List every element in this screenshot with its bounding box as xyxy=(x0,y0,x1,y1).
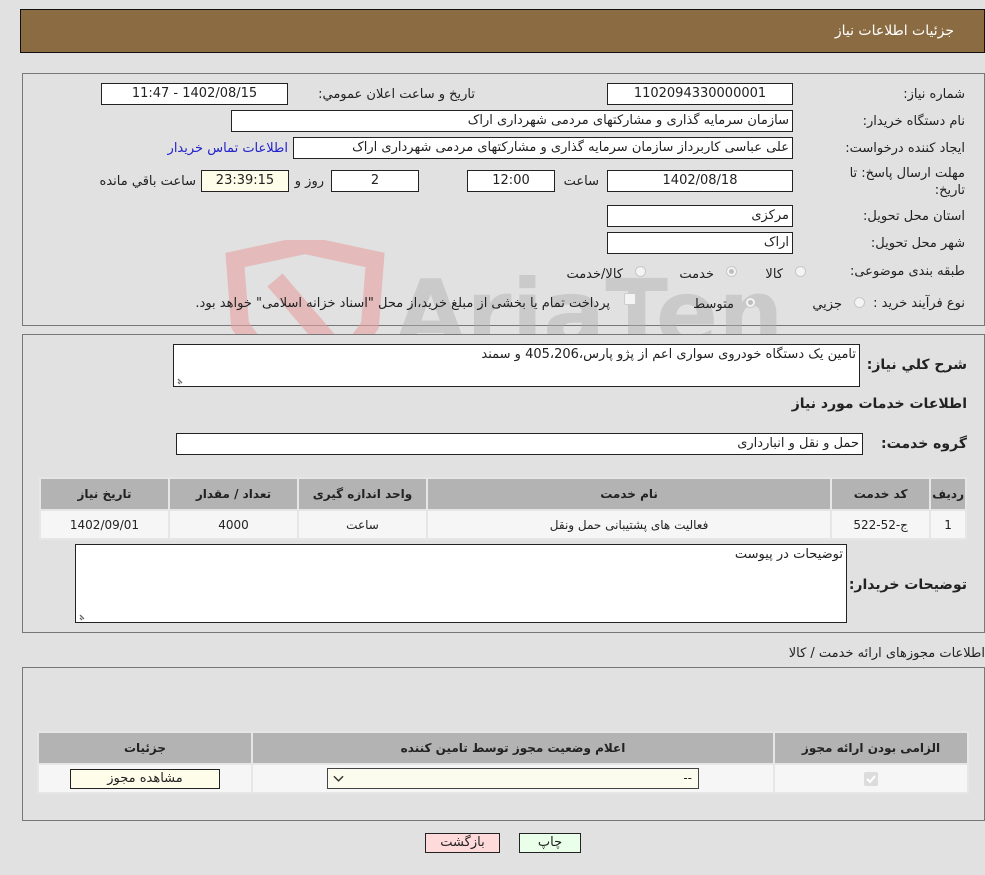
process-medium-label: متوسط xyxy=(693,297,734,312)
province-label: استان محل تحویل: xyxy=(863,209,965,224)
cell-permit-status: -- xyxy=(251,763,775,794)
buyer-notes-text: توضیحات در پیوست xyxy=(734,547,843,562)
deadline-time-field: 12:00 xyxy=(467,170,555,192)
description-text: تامین یک دستگاه خودروی سواری اعم از پژو … xyxy=(481,347,856,362)
view-permit-button[interactable]: مشاهده مجوز xyxy=(70,768,220,789)
announce-date-field: 1402/08/15 - 11:47 xyxy=(101,83,288,105)
resize-handle-icon[interactable] xyxy=(176,375,186,385)
treasury-checkbox[interactable] xyxy=(624,293,636,305)
requester-label: ایجاد کننده درخواست: xyxy=(845,141,965,156)
category-goods-service-label: کالا/خدمت xyxy=(566,267,623,282)
category-radio-goods[interactable] xyxy=(795,266,806,277)
page-title: جزئیات اطلاعات نیاز xyxy=(834,23,954,39)
requester-field: علی عباسی کاربرداز سازمان سرمایه گذاری و… xyxy=(293,137,793,159)
buyer-org-label: نام دستگاه خریدار: xyxy=(862,114,965,129)
province-field: مرکزی xyxy=(607,205,793,227)
buyer-notes-label: توضيحات خريدار: xyxy=(848,577,967,593)
cell-service-code: ج-52-522 xyxy=(830,509,932,540)
description-label: شرح کلي نياز: xyxy=(866,357,967,373)
col-quantity: تعداد / مقدار xyxy=(168,477,299,511)
print-button[interactable]: چاپ xyxy=(519,833,581,853)
announce-date-label: تاریخ و ساعت اعلان عمومي: xyxy=(318,87,475,102)
table-row: 1 ج-52-522 فعالیت های پشتیبانی حمل ونقل … xyxy=(39,509,967,540)
process-radio-medium[interactable] xyxy=(745,297,756,308)
chevron-down-icon xyxy=(333,775,344,782)
purchase-process-label: نوع فرآیند خرید : xyxy=(873,296,965,311)
cell-row: 1 xyxy=(929,509,967,540)
col-unit: واحد اندازه گیری xyxy=(297,477,428,511)
remaining-time-field: 23:39:15 xyxy=(201,170,289,192)
service-group-label: گروه خدمت: xyxy=(881,436,967,452)
category-radio-goods-service[interactable] xyxy=(635,266,646,277)
services-section-title: اطلاعات خدمات مورد نياز xyxy=(791,396,967,412)
services-table: ردیف کد خدمت نام خدمت واحد اندازه گیری ت… xyxy=(39,477,967,540)
permit-status-select[interactable]: -- xyxy=(327,768,699,789)
deadline-label: مهلت ارسال پاسخ: تا تاریخ: xyxy=(849,166,965,198)
days-remaining-field: 2 xyxy=(331,170,419,192)
cell-unit: ساعت xyxy=(297,509,428,540)
table-row: -- مشاهده مجوز xyxy=(37,763,969,794)
permits-table-header: الزامی بودن ارائه مجوز اعلام وضعیت مجوز … xyxy=(37,731,969,765)
days-label: روز و xyxy=(294,174,324,189)
col-service-code: کد خدمت xyxy=(830,477,932,511)
col-service-name: نام خدمت xyxy=(425,477,833,511)
category-goods-label: کالا xyxy=(765,267,783,282)
cell-permit-required xyxy=(773,763,969,794)
process-radio-minor[interactable] xyxy=(854,297,865,308)
cell-service-name: فعالیت های پشتیبانی حمل ونقل xyxy=(425,509,833,540)
category-service-label: خدمت xyxy=(679,267,714,282)
col-permit-details: جزئیات xyxy=(37,731,253,765)
buyer-contact-link[interactable]: اطلاعات تماس خریدار xyxy=(168,141,288,156)
col-permit-required: الزامی بودن ارائه مجوز xyxy=(773,731,969,765)
category-radio-service[interactable] xyxy=(726,266,737,277)
permit-required-checkbox[interactable] xyxy=(864,771,878,786)
need-number-label: شماره نیاز: xyxy=(903,87,965,102)
process-minor-label: جزيي xyxy=(812,297,842,312)
deadline-time-label: ساعت xyxy=(563,174,599,189)
permits-table: الزامی بودن ارائه مجوز اعلام وضعیت مجوز … xyxy=(37,731,969,794)
category-label: طبقه بندی موضوعی: xyxy=(849,264,965,279)
permit-status-value: -- xyxy=(683,771,692,785)
col-permit-status: اعلام وضعیت مجوز توسط تامین کننده xyxy=(251,731,775,765)
cell-quantity: 4000 xyxy=(168,509,299,540)
resize-handle-icon[interactable] xyxy=(78,611,88,621)
services-table-header: ردیف کد خدمت نام خدمت واحد اندازه گیری ت… xyxy=(39,477,967,511)
city-field: اراک xyxy=(607,232,793,254)
back-button[interactable]: بازگشت xyxy=(425,833,500,853)
city-label: شهر محل تحویل: xyxy=(870,236,965,251)
cell-permit-details: مشاهده مجوز xyxy=(37,763,253,794)
service-group-field: حمل و نقل و انبارداری xyxy=(176,433,863,455)
remaining-label: ساعت باقي مانده xyxy=(99,174,196,189)
need-number-field: 1102094330000001 xyxy=(607,83,793,105)
buyer-notes-textarea[interactable]: توضیحات در پیوست xyxy=(75,544,847,623)
deadline-date-field: 1402/08/18 xyxy=(607,170,793,192)
treasury-note: پرداخت تمام یا بخشی از مبلغ خرید،از محل … xyxy=(195,296,610,311)
col-row: ردیف xyxy=(929,477,967,511)
page-header: جزئیات اطلاعات نیاز xyxy=(20,9,985,53)
cell-need-date: 1402/09/01 xyxy=(39,509,170,540)
checkmark-icon xyxy=(866,775,876,784)
permits-section-title: اطلاعات مجوزهای ارائه خدمت / کالا xyxy=(788,646,985,661)
buyer-org-field: سازمان سرمایه گذاری و مشارکتهای مردمی شه… xyxy=(231,110,793,132)
description-textarea[interactable]: تامین یک دستگاه خودروی سواری اعم از پژو … xyxy=(173,344,860,387)
col-need-date: تاریخ نیاز xyxy=(39,477,170,511)
